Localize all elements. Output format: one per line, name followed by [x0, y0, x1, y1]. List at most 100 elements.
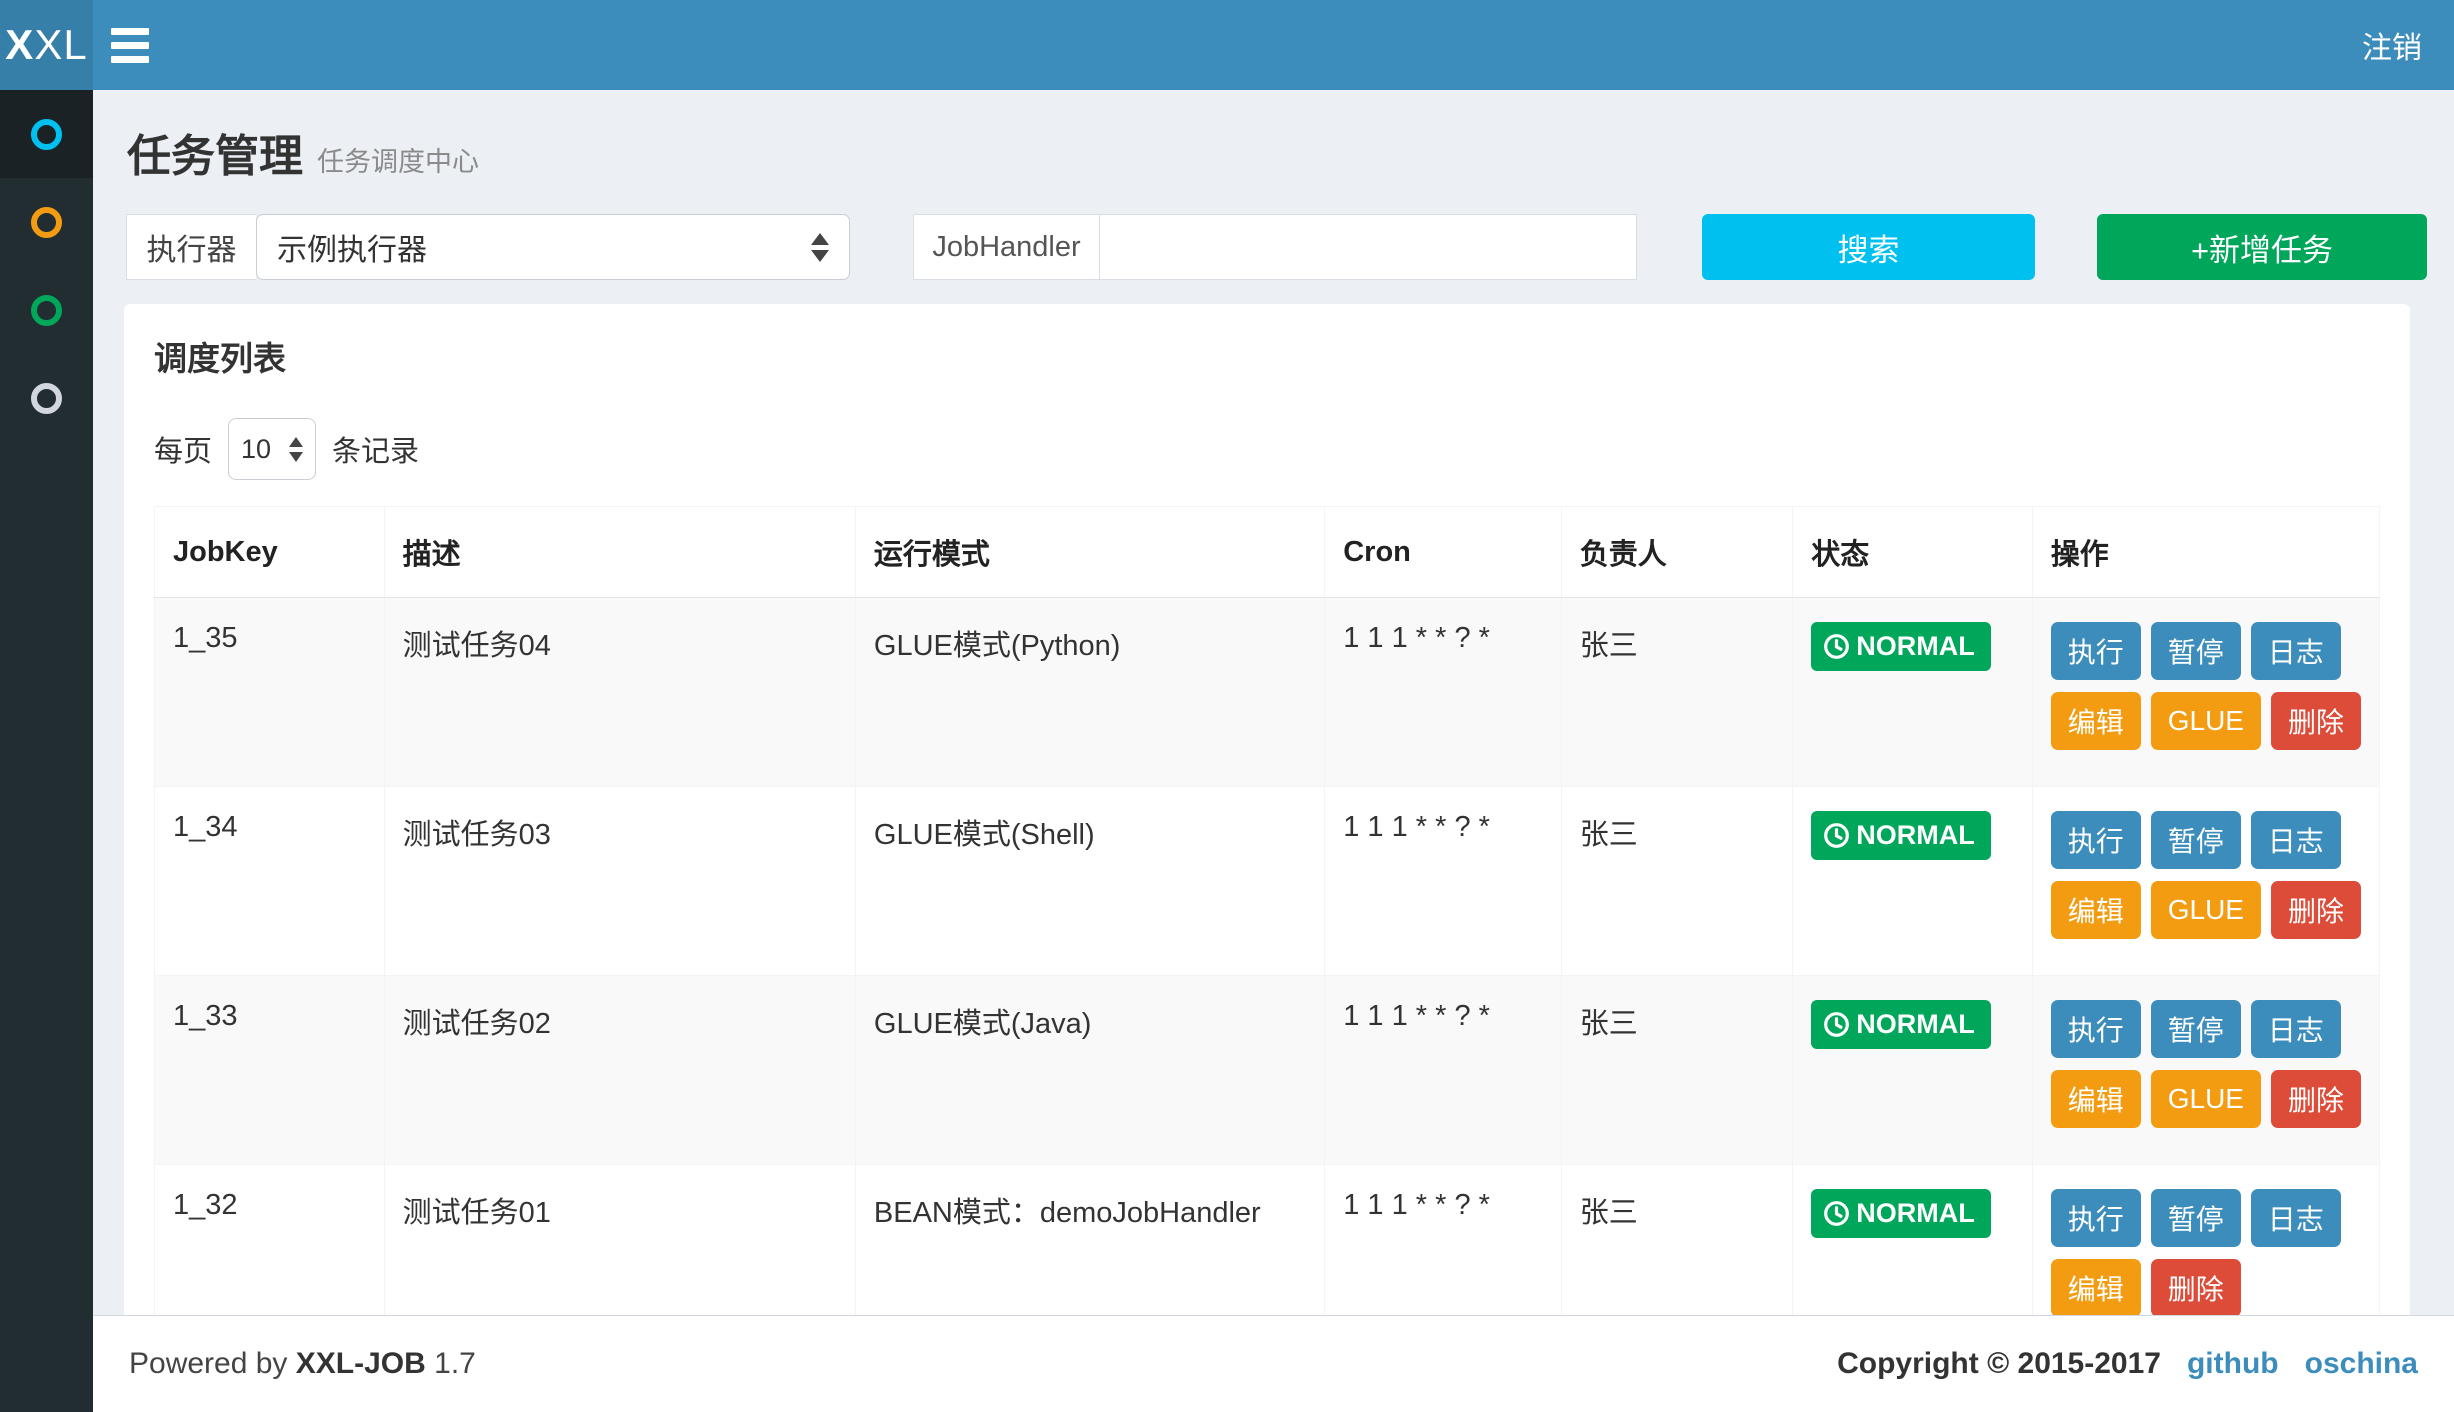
cron-cell: 1 1 1 * * ? * [1325, 976, 1561, 1165]
mode-cell: GLUE模式(Shell) [855, 787, 1324, 976]
column-header: 状态 [1793, 507, 2032, 598]
cron-cell: 1 1 1 * * ? * [1325, 787, 1561, 976]
page-header: 任务管理任务调度中心 [93, 90, 2454, 204]
add-job-button[interactable]: +新增任务 [2097, 214, 2427, 280]
status-badge: NORMAL [1811, 811, 1990, 860]
footer-powered: Powered by XXL-JOB 1.7 [129, 1347, 476, 1381]
column-header: Cron [1325, 507, 1561, 598]
log-button[interactable]: 日志 [2251, 622, 2341, 680]
executor-filter-group: 执行器 示例执行器 [126, 214, 850, 280]
mode-cell: GLUE模式(Java) [855, 976, 1324, 1165]
edit-button[interactable]: 编辑 [2051, 881, 2141, 939]
run-button[interactable]: 执行 [2051, 1189, 2141, 1247]
mode-cell: GLUE模式(Python) [855, 598, 1324, 787]
owner-cell: 张三 [1561, 787, 1793, 976]
sidebar-toggle-icon[interactable] [93, 0, 167, 90]
run-button[interactable]: 执行 [2051, 1000, 2141, 1058]
run-button[interactable]: 执行 [2051, 811, 2141, 869]
circle-o-icon [31, 295, 62, 326]
oschina-link[interactable]: oschina [2305, 1347, 2418, 1381]
page-size-select[interactable]: 10 [228, 418, 316, 480]
executor-select[interactable]: 示例执行器 [256, 214, 850, 280]
column-header: 操作 [2032, 507, 2379, 598]
executor-label: 执行器 [126, 214, 256, 280]
circle-o-icon [31, 383, 62, 414]
clock-icon [1823, 822, 1850, 849]
jobkey-cell: 1_33 [155, 976, 385, 1165]
column-header: 描述 [384, 507, 855, 598]
actions-cell: 执行暂停日志编辑GLUE删除 [2032, 787, 2379, 976]
jobhandler-label: JobHandler [913, 214, 1100, 280]
sidebar-item-4[interactable] [0, 354, 93, 442]
log-button[interactable]: 日志 [2251, 1189, 2341, 1247]
search-button[interactable]: 搜索 [1702, 214, 2035, 280]
circle-o-icon [31, 207, 62, 238]
delete-button[interactable]: 删除 [2271, 692, 2361, 750]
sidebar-item-1[interactable] [0, 90, 93, 178]
circle-o-icon [31, 119, 62, 150]
run-button[interactable]: 执行 [2051, 622, 2141, 680]
filter-toolbar: 执行器 示例执行器 JobHandler 搜索 +新增任务 [126, 214, 2454, 280]
clock-icon [1823, 1011, 1850, 1038]
page-size-suffix: 条记录 [332, 428, 419, 470]
sidebar-item-2[interactable] [0, 178, 93, 266]
github-link[interactable]: github [2187, 1347, 2279, 1381]
edit-button[interactable]: 编辑 [2051, 692, 2141, 750]
cron-cell: 1 1 1 * * ? * [1325, 598, 1561, 787]
footer-copyright: Copyright © 2015-2017 github oschina [1837, 1347, 2418, 1381]
pause-button[interactable]: 暂停 [2151, 1000, 2241, 1058]
clock-icon [1823, 1200, 1850, 1227]
content-area: 任务管理任务调度中心 执行器 示例执行器 JobHandler 搜索 +新增任务… [93, 90, 2454, 1412]
edit-button[interactable]: 编辑 [2051, 1259, 2141, 1317]
column-header: 运行模式 [855, 507, 1324, 598]
app-logo[interactable]: XXL [0, 0, 93, 90]
glue-button[interactable]: GLUE [2151, 692, 2261, 750]
status-badge: NORMAL [1811, 622, 1990, 671]
status-badge: NORMAL [1811, 1189, 1990, 1238]
edit-button[interactable]: 编辑 [2051, 1070, 2141, 1128]
product-name: XXL-JOB [296, 1347, 426, 1380]
owner-cell: 张三 [1561, 976, 1793, 1165]
delete-button[interactable]: 删除 [2271, 881, 2361, 939]
product-version: 1.7 [434, 1347, 476, 1380]
glue-button[interactable]: GLUE [2151, 881, 2261, 939]
column-header: 负责人 [1561, 507, 1793, 598]
desc-cell: 测试任务04 [384, 598, 855, 787]
status-cell: NORMAL [1793, 598, 2032, 787]
column-header: JobKey [155, 507, 385, 598]
job-table: JobKey描述运行模式Cron负责人状态操作 1_35测试任务04GLUE模式… [154, 506, 2380, 1354]
page-size-prefix: 每页 [154, 428, 212, 470]
delete-button[interactable]: 删除 [2151, 1259, 2241, 1317]
app-logo-bold: X [5, 21, 34, 69]
page-subtitle: 任务调度中心 [317, 147, 479, 177]
jobkey-cell: 1_34 [155, 787, 385, 976]
powered-prefix: Powered by [129, 1347, 287, 1380]
desc-cell: 测试任务03 [384, 787, 855, 976]
sidebar-item-3[interactable] [0, 266, 93, 354]
status-cell: NORMAL [1793, 787, 2032, 976]
actions-cell: 执行暂停日志编辑GLUE删除 [2032, 976, 2379, 1165]
log-button[interactable]: 日志 [2251, 811, 2341, 869]
select-arrows-icon [811, 233, 829, 262]
logout-link[interactable]: 注销 [2362, 23, 2422, 67]
page-size-value: 10 [241, 434, 271, 465]
top-navbar: XXL 注销 [0, 0, 2454, 90]
sidebar [0, 90, 93, 1412]
delete-button[interactable]: 删除 [2271, 1070, 2361, 1128]
log-button[interactable]: 日志 [2251, 1000, 2341, 1058]
footer: Powered by XXL-JOB 1.7 Copyright © 2015-… [93, 1315, 2454, 1412]
pause-button[interactable]: 暂停 [2151, 622, 2241, 680]
owner-cell: 张三 [1561, 598, 1793, 787]
glue-button[interactable]: GLUE [2151, 1070, 2261, 1128]
schedule-list-panel: 调度列表 每页 10 条记录 JobKey描述运行模式Cron负责人状态操作 1… [124, 304, 2410, 1412]
panel-title: 调度列表 [154, 332, 2380, 380]
copyright-text: Copyright © 2015-2017 [1837, 1347, 2161, 1381]
jobkey-cell: 1_35 [155, 598, 385, 787]
jobhandler-filter-group: JobHandler [913, 214, 1637, 280]
jobhandler-input[interactable] [1100, 214, 1637, 280]
pause-button[interactable]: 暂停 [2151, 811, 2241, 869]
clock-icon [1823, 633, 1850, 660]
table-row: 1_34测试任务03GLUE模式(Shell)1 1 1 * * ? *张三 NO… [155, 787, 2380, 976]
table-row: 1_35测试任务04GLUE模式(Python)1 1 1 * * ? *张三 N… [155, 598, 2380, 787]
pause-button[interactable]: 暂停 [2151, 1189, 2241, 1247]
